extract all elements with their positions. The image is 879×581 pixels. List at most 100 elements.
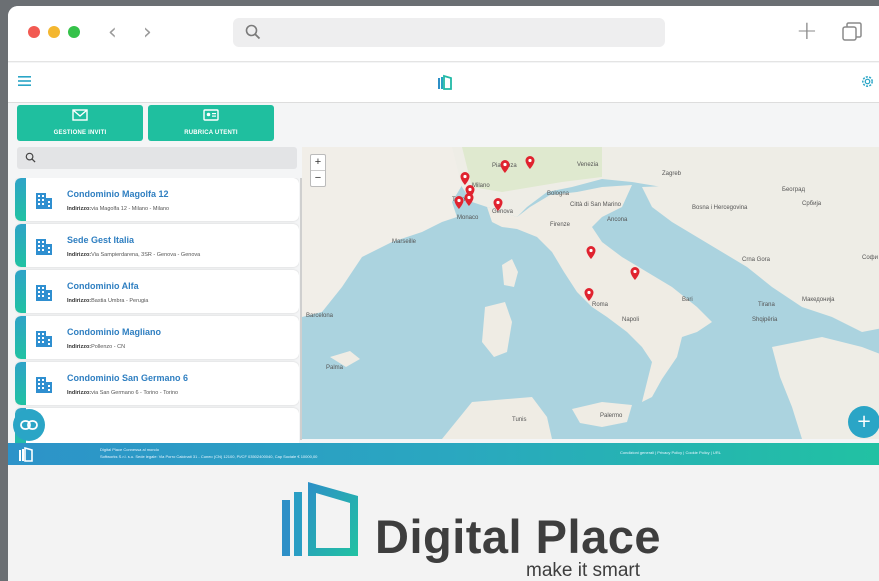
map-label: Србија — [802, 201, 822, 207]
list-item[interactable]: Condominio San Germano 6 Indirizzo:via S… — [15, 362, 299, 405]
map-label: Palma — [326, 365, 344, 371]
map-label: Venezia — [577, 162, 599, 168]
address-value: via Magolfa 12 - Milano - Milano — [91, 206, 170, 212]
manage-invites-button[interactable]: GESTIONE INVITI — [17, 105, 143, 141]
user-directory-button[interactable]: RUBRICA UTENTI — [148, 105, 274, 141]
map-label: Zagreb — [662, 171, 682, 177]
map-label: Marseille — [392, 239, 417, 245]
item-address: Indirizzo:Bastia Umbra - Perugia — [67, 298, 148, 304]
zoom-out-button[interactable]: − — [311, 171, 325, 187]
map-view[interactable]: + − Piacenza Venezia Torino Milano Bolog… — [302, 147, 879, 439]
address-value: Bastia Umbra - Perugia — [91, 298, 149, 304]
map-label: Barcelona — [306, 313, 334, 319]
maximize-window-button[interactable] — [68, 26, 80, 38]
map-label: Firenze — [550, 222, 571, 228]
address-bar[interactable] — [233, 18, 665, 47]
map-label: Софи — [862, 255, 878, 261]
footer-slogan: Digital Place Connessa al mondo — [100, 447, 159, 452]
address-prefix: Indirizzo: — [67, 298, 92, 304]
building-icon — [36, 239, 52, 255]
map-label: Bari — [682, 297, 693, 303]
gear-icon[interactable] — [860, 74, 875, 89]
brand-banner: Digital Place make it smart — [8, 465, 879, 581]
map-label: Roma — [592, 302, 609, 308]
item-title: Sede Gest Italia — [67, 235, 135, 245]
map-pin-icon[interactable] — [454, 196, 464, 209]
map-label: Bosna i Hercegovina — [692, 205, 748, 211]
building-icon — [36, 285, 52, 301]
new-tab-icon[interactable]: + — [796, 16, 818, 46]
footer-logo-icon — [19, 446, 33, 462]
link-fab-button[interactable] — [13, 409, 45, 441]
search-input[interactable] — [41, 149, 291, 167]
item-address: Indirizzo:via Magolfa 12 - Milano - Mila… — [67, 206, 169, 212]
app-footer: Digital Place Connessa al mondo Softwork… — [8, 443, 879, 465]
close-window-button[interactable] — [28, 26, 40, 38]
list-item[interactable]: Condominio Magolfa 12 Indirizzo:via Mago… — [15, 178, 299, 221]
zoom-in-button[interactable]: + — [311, 155, 325, 171]
browser-window: ‹ › + GESTIONE INVITI RUBRICA UTENTI Con… — [8, 6, 879, 581]
map-label: Ancona — [607, 217, 628, 223]
building-icon — [36, 331, 52, 347]
card-accent-stripe — [15, 224, 26, 267]
browser-toolbar: ‹ › + — [8, 6, 879, 62]
map-label: Tunis — [512, 417, 527, 423]
envelope-icon — [72, 109, 88, 121]
address-prefix: Indirizzo: — [67, 252, 92, 258]
map-label: Shqipëria — [752, 317, 778, 323]
map-pin-icon[interactable] — [584, 288, 594, 301]
map-pin-icon[interactable] — [500, 160, 510, 173]
tabs-overview-icon[interactable] — [842, 22, 862, 42]
manage-invites-label: GESTIONE INVITI — [53, 130, 107, 136]
app-header — [8, 63, 879, 103]
item-address: Indirizzo:Via Sampierdarena, 3SR - Genov… — [67, 252, 200, 258]
building-icon — [36, 193, 52, 209]
address-prefix: Indirizzo: — [67, 206, 92, 212]
item-title: Condominio San Germano 6 — [67, 373, 189, 383]
digital-place-logo-icon — [282, 482, 358, 556]
card-accent-stripe — [15, 270, 26, 313]
map-pin-icon[interactable] — [525, 156, 535, 169]
condominium-search — [17, 147, 297, 169]
search-icon — [25, 152, 36, 163]
condominium-list: Condominio Magolfa 12 Indirizzo:via Mago… — [15, 178, 299, 443]
brand-tagline: make it smart — [526, 560, 641, 581]
forward-arrow-icon[interactable]: › — [143, 20, 152, 45]
card-accent-stripe — [15, 178, 26, 221]
contact-card-icon — [203, 109, 219, 121]
footer-links[interactable]: Condizioni generali | Privacy Policy | C… — [620, 450, 721, 455]
address-value: Pollenzo - CN — [91, 344, 126, 350]
item-address: Indirizzo:Pollenzo - CN — [67, 344, 125, 350]
map-label: Bologna — [547, 191, 570, 197]
map-pin-icon[interactable] — [630, 267, 640, 280]
address-prefix: Indirizzo: — [67, 344, 92, 350]
hamburger-menu-icon[interactable] — [18, 76, 31, 86]
map-label: Tirana — [758, 302, 775, 308]
list-item[interactable]: Sede Gest Italia Indirizzo:Via Sampierda… — [15, 224, 299, 267]
minimize-window-button[interactable] — [48, 26, 60, 38]
address-value: via San Germano 6 - Torino - Torino — [91, 390, 179, 396]
map-label: Napoli — [622, 317, 640, 323]
map-label: Македонија — [802, 297, 835, 303]
map-pin-icon[interactable] — [586, 246, 596, 259]
list-item[interactable]: Condominio Alfa Indirizzo:Bastia Umbra -… — [15, 270, 299, 313]
card-accent-stripe — [15, 316, 26, 359]
list-item[interactable] — [15, 408, 299, 443]
item-title: Condominio Alfa — [67, 281, 139, 291]
add-condominium-button[interactable]: + — [848, 406, 879, 438]
building-icon — [36, 377, 52, 393]
item-title: Condominio Magolfa 12 — [67, 189, 169, 199]
map-label: Београд — [782, 187, 805, 193]
map-zoom-control: + − — [310, 154, 326, 187]
search-icon — [245, 24, 261, 40]
address-value: Via Sampierdarena, 3SR - Genova - Genova — [91, 252, 201, 258]
map-pin-icon[interactable] — [460, 172, 470, 185]
map-label: Crna Gora — [742, 257, 771, 263]
address-prefix: Indirizzo: — [67, 390, 92, 396]
brand-name: Digital Place — [375, 510, 661, 563]
digital-place-logo-icon — [438, 74, 452, 90]
map-pin-icon[interactable] — [464, 193, 474, 206]
list-item[interactable]: Condominio Magliano Indirizzo:Pollenzo -… — [15, 316, 299, 359]
back-arrow-icon[interactable]: ‹ — [108, 20, 117, 45]
map-pin-icon[interactable] — [493, 198, 503, 211]
